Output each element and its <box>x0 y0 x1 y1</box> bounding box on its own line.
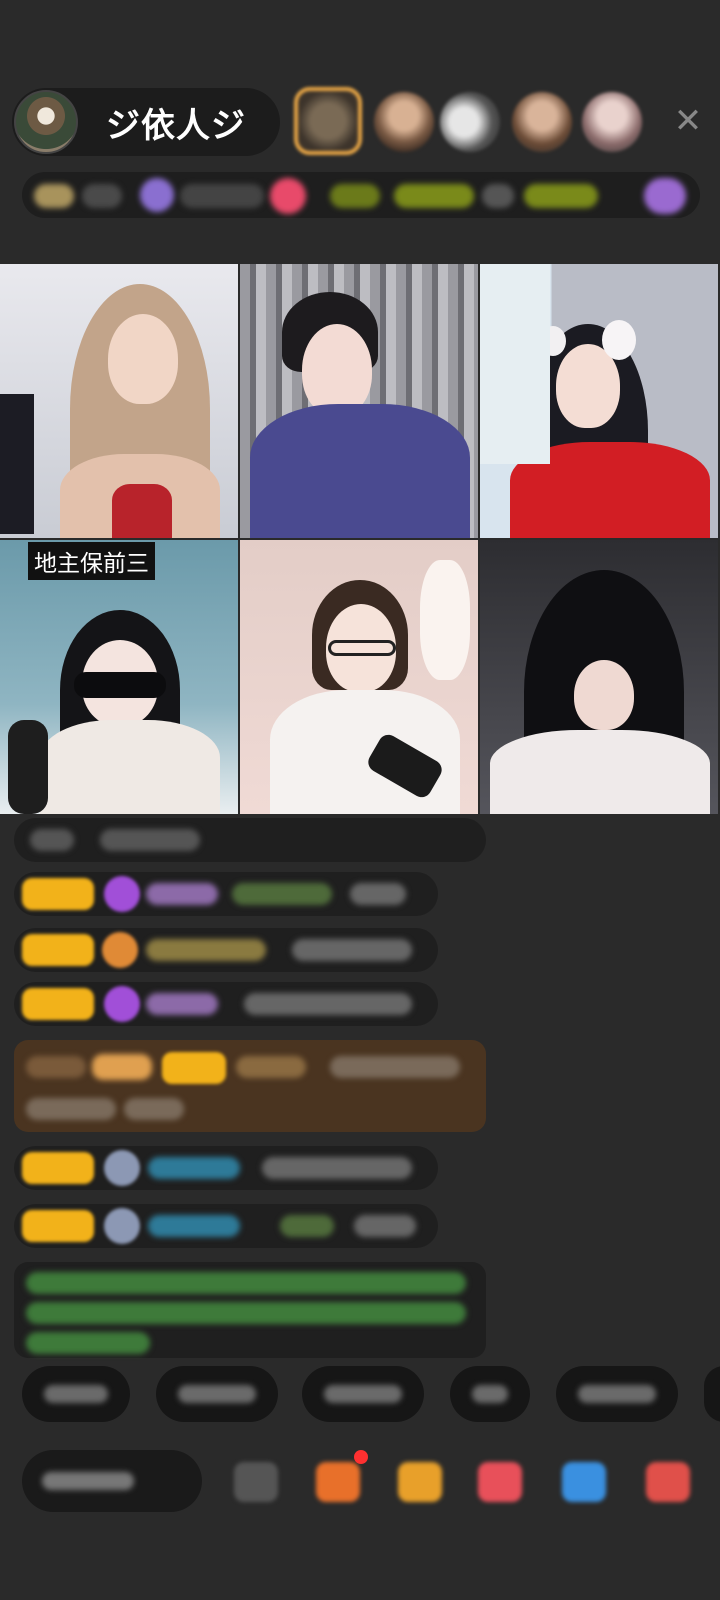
fan-club-icon <box>102 932 138 968</box>
host-info-pill[interactable]: ジ依人ジ <box>12 88 280 156</box>
host-name: ジ依人ジ <box>106 105 246 146</box>
red-top <box>112 484 172 538</box>
chat-user-blur <box>148 1157 240 1179</box>
vip-gem-icon <box>104 986 140 1022</box>
comment-input[interactable] <box>22 1450 202 1512</box>
white-sweater <box>270 690 460 814</box>
video-tile-6[interactable] <box>480 540 718 814</box>
tag-blur <box>482 184 514 208</box>
chat-message <box>14 818 486 862</box>
figure-face <box>302 324 372 416</box>
chat-text-blur <box>354 1215 416 1237</box>
quick-reply-chip[interactable] <box>22 1366 130 1422</box>
figure-face <box>108 314 178 404</box>
user-avatar-icon <box>104 1150 140 1186</box>
chat-text-blur <box>30 829 74 851</box>
video-tile-2[interactable] <box>240 264 478 538</box>
chat-user-blur <box>146 883 218 905</box>
gift-rank-icon <box>644 178 686 214</box>
video-tile-4[interactable] <box>0 540 238 814</box>
close-icon[interactable]: ✕ <box>670 103 706 139</box>
user-avatar-icon <box>104 1208 140 1244</box>
chat-text-blur <box>292 939 412 961</box>
quick-reply-chip[interactable] <box>156 1366 278 1422</box>
level-badge <box>22 1152 94 1184</box>
chat-text-blur <box>26 1056 86 1078</box>
tag-blur <box>524 184 598 208</box>
gift-box-icon[interactable] <box>398 1462 442 1502</box>
pk-rank-label: 地主保前三 <box>28 542 155 580</box>
microphone <box>8 720 48 814</box>
quick-reply-chip[interactable] <box>302 1366 424 1422</box>
chat-text-blur <box>262 1157 412 1179</box>
info-blur <box>180 184 264 208</box>
purple-sweater <box>250 404 470 538</box>
viewer-avatar[interactable] <box>374 92 434 152</box>
chair <box>0 394 34 534</box>
level-badge <box>22 1210 94 1242</box>
chat-user-blur <box>146 993 218 1015</box>
viewer-avatar[interactable] <box>440 92 500 152</box>
sunglasses <box>74 672 166 698</box>
glasses <box>328 640 396 656</box>
notice-text-blur <box>26 1272 466 1294</box>
chat-text-blur <box>350 883 406 905</box>
rank-icon <box>34 184 74 208</box>
multi-guest-video-grid: 地主保前三 <box>0 264 720 816</box>
link-mic-icon[interactable] <box>478 1462 522 1502</box>
share-icon[interactable] <box>562 1462 606 1502</box>
tag-blur <box>394 184 474 208</box>
emoji-icon[interactable] <box>234 1462 278 1502</box>
bunny-lamp <box>420 560 470 680</box>
level-badge <box>22 878 94 910</box>
level-badge <box>162 1052 226 1084</box>
chat-text-blur <box>330 1056 460 1078</box>
level-badge <box>22 934 94 966</box>
viewer-avatar[interactable] <box>582 92 642 152</box>
quick-reply-chip[interactable] <box>450 1366 530 1422</box>
fans-icon <box>270 178 306 214</box>
chat-user-blur <box>236 1056 306 1078</box>
chat-text-blur <box>232 883 332 905</box>
notice-text-blur <box>26 1302 466 1324</box>
gift-badge <box>92 1054 152 1080</box>
info-blur <box>82 184 122 208</box>
level-badge <box>22 988 94 1020</box>
video-tile-5[interactable] <box>240 540 478 814</box>
hot-icon <box>140 178 174 212</box>
figure-body <box>490 730 710 814</box>
video-tile-1[interactable] <box>0 264 238 538</box>
chat-text-blur <box>26 1098 116 1120</box>
video-tile-3[interactable] <box>480 264 718 538</box>
viewer-avatar[interactable] <box>512 92 572 152</box>
tag-blur <box>330 184 380 208</box>
bear-ear-right <box>602 320 636 360</box>
chat-user-blur <box>146 939 266 961</box>
chat-text-blur <box>280 1215 334 1237</box>
vip-gem-icon <box>104 876 140 912</box>
chat-text-blur <box>244 993 412 1015</box>
chat-user-blur <box>148 1215 240 1237</box>
host-avatar[interactable] <box>14 90 78 154</box>
gift-icon[interactable] <box>646 1462 690 1502</box>
notification-dot <box>354 1450 368 1464</box>
quick-reply-chip[interactable] <box>556 1366 678 1422</box>
figure-face <box>574 660 634 730</box>
chat-text-blur <box>124 1098 184 1120</box>
quick-reply-chip[interactable] <box>704 1366 720 1422</box>
activity-icon[interactable] <box>316 1462 360 1502</box>
chat-text-blur <box>100 829 200 851</box>
wall-scroll <box>480 264 550 464</box>
notice-text-blur <box>26 1332 150 1354</box>
viewer-avatar[interactable] <box>294 87 362 155</box>
figure-body <box>40 720 220 814</box>
